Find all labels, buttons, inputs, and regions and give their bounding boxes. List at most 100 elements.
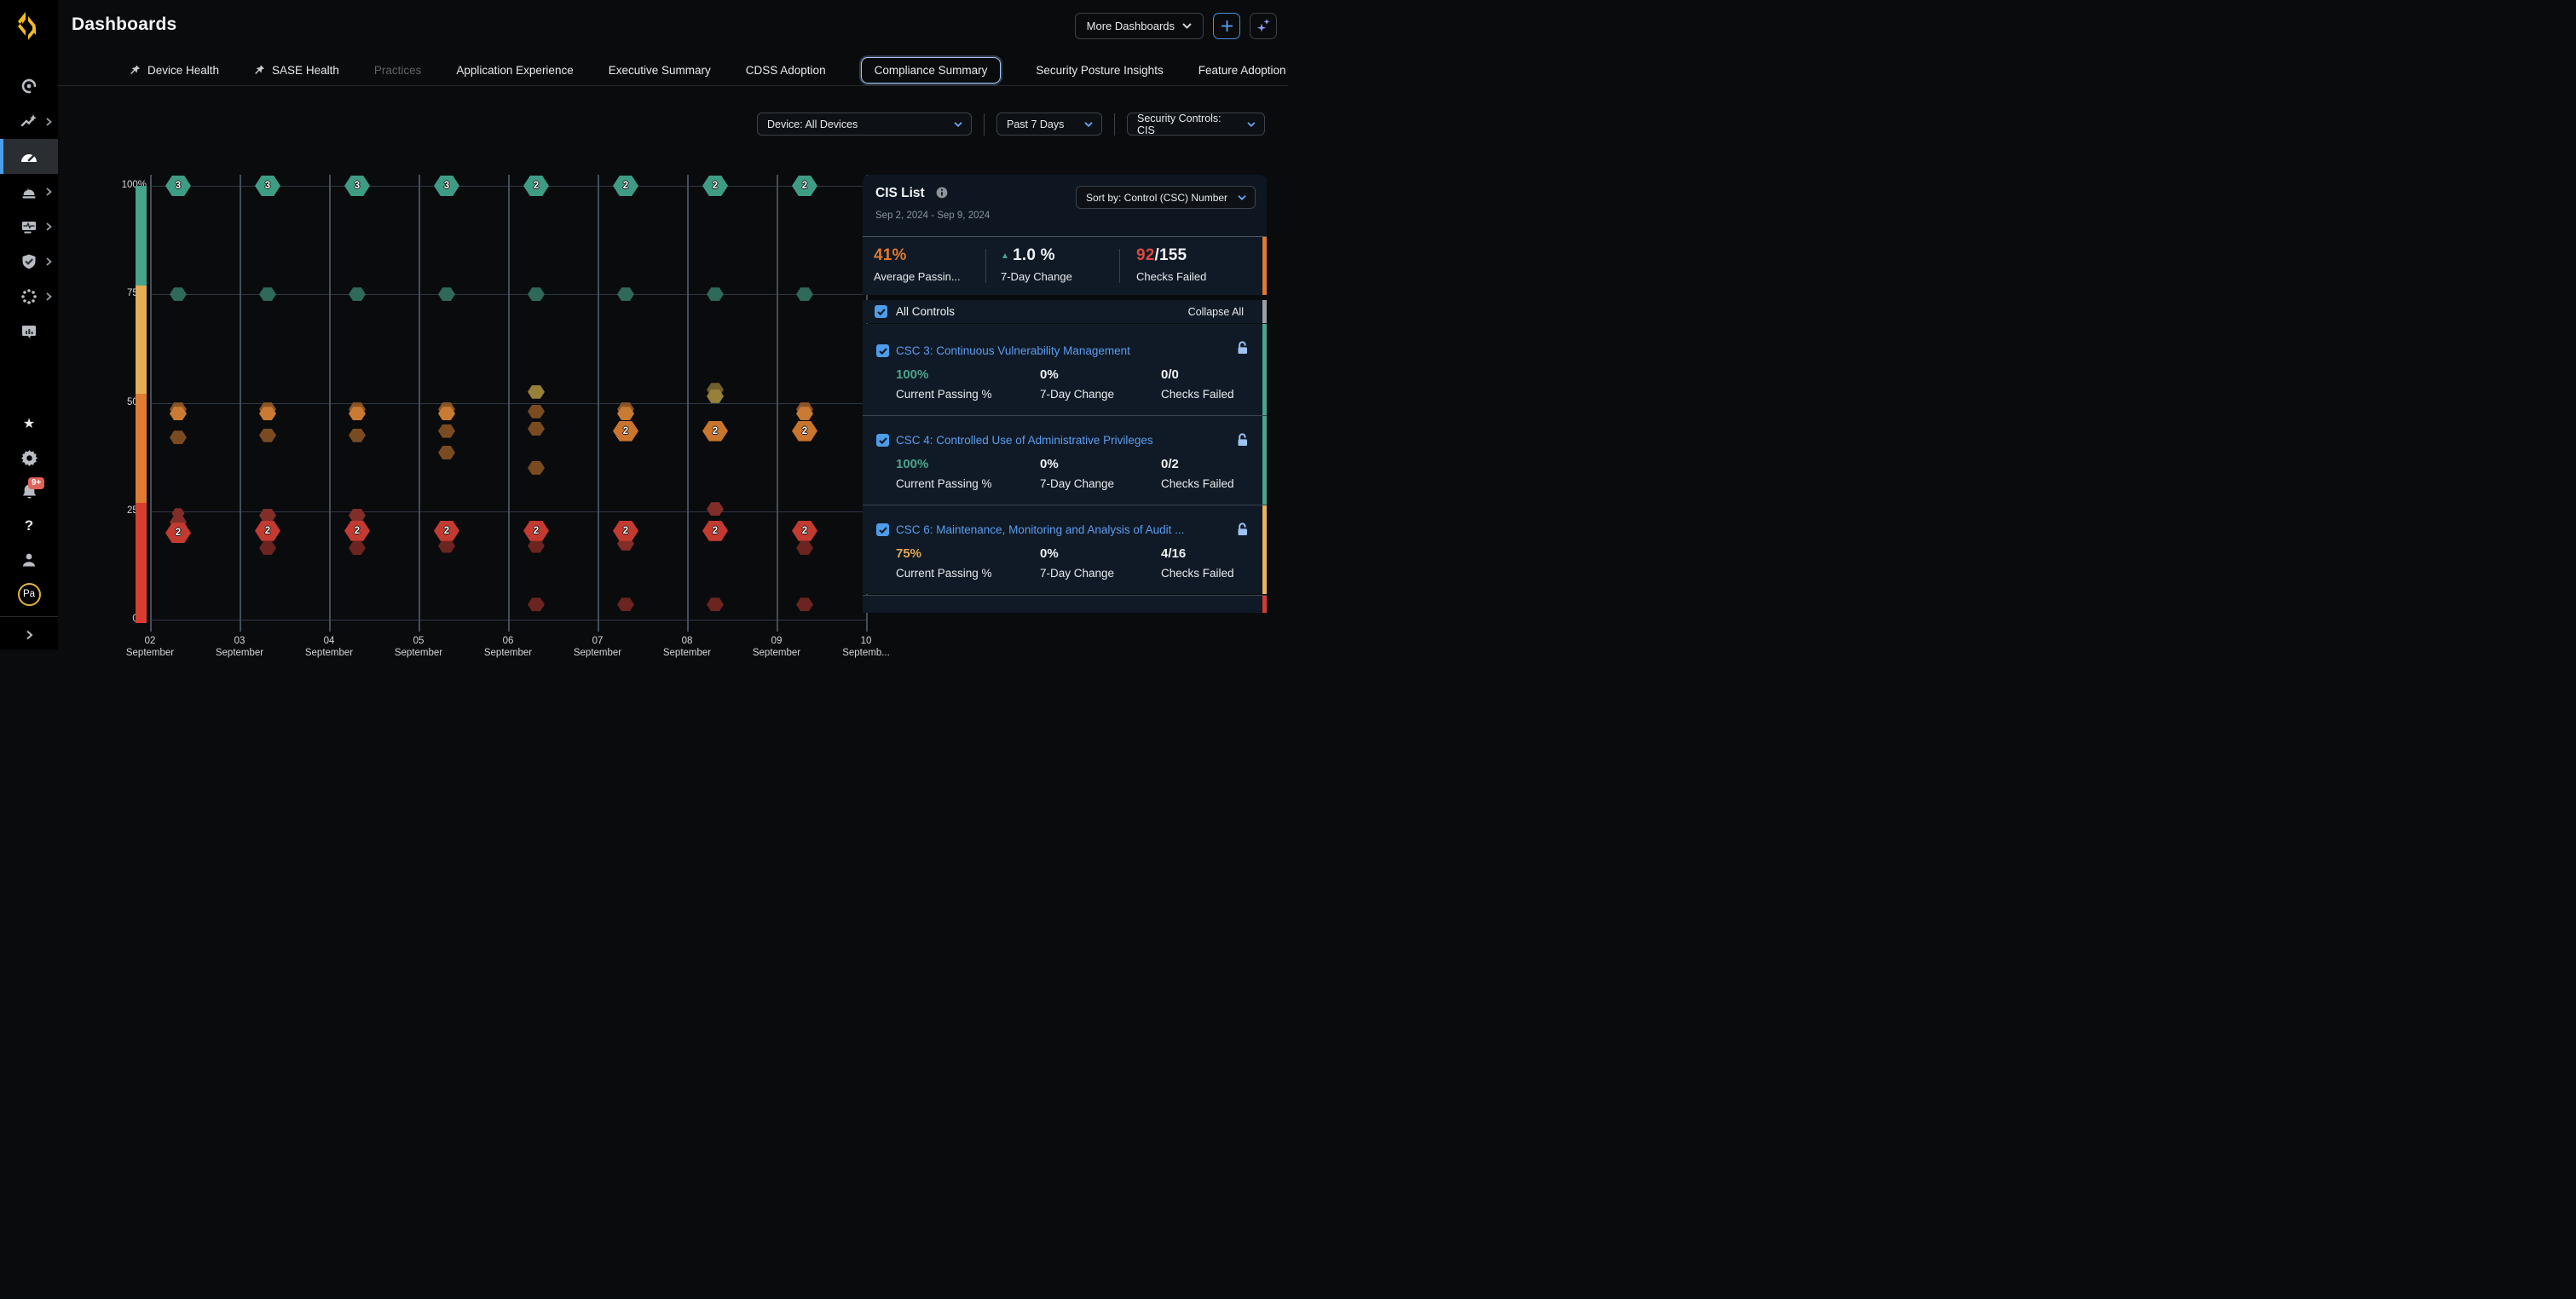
control-hex-cluster[interactable]: 2	[792, 421, 817, 442]
checks-failed-label: Checks Failed	[1161, 388, 1234, 401]
gridline-v	[419, 175, 420, 632]
control-hex-cluster[interactable]	[349, 429, 366, 442]
dashboards-icon	[20, 148, 38, 165]
control-hex-cluster[interactable]: 2	[792, 521, 817, 541]
control-hex-cluster[interactable]: 2	[344, 521, 370, 541]
tab-executive-summary[interactable]: Executive Summary	[609, 64, 711, 77]
control-hex-cluster[interactable]	[259, 541, 276, 555]
help-button[interactable]: ?	[0, 509, 58, 543]
control-hex-cluster[interactable]: 2	[255, 521, 280, 541]
unlock-icon[interactable]	[1236, 433, 1249, 451]
more-dashboards-button[interactable]: More Dashboards	[1075, 13, 1204, 39]
sidebar-item-insights[interactable]	[0, 104, 58, 139]
control-hex-cluster[interactable]	[259, 429, 276, 442]
add-dashboard-button[interactable]	[1213, 13, 1240, 39]
control-hex-cluster[interactable]	[528, 461, 545, 475]
control-hex-cluster[interactable]: 2	[165, 522, 191, 543]
control-hex-cluster[interactable]	[438, 540, 455, 553]
control-checkbox[interactable]	[876, 344, 889, 357]
tab-feature-adoption[interactable]: Feature Adoption	[1198, 64, 1286, 77]
control-hex-cluster[interactable]	[528, 385, 545, 399]
sort-by-dropdown[interactable]: Sort by: Control (CSC) Number	[1076, 186, 1256, 209]
user-button[interactable]	[0, 543, 58, 577]
control-hex-cluster[interactable]	[617, 598, 634, 611]
tab-security-posture-insights[interactable]: Security Posture Insights	[1036, 64, 1163, 77]
control-title-link[interactable]: CSC 4: Controlled Use of Administrative …	[896, 434, 1198, 447]
control-hex-cluster[interactable]	[528, 540, 545, 553]
favorites-button[interactable]: ★	[0, 407, 58, 441]
control-hex-cluster[interactable]	[438, 424, 455, 438]
control-hex-cluster[interactable]	[707, 502, 724, 516]
tab-compliance-summary[interactable]: Compliance Summary	[861, 57, 1002, 84]
control-hex-cluster[interactable]	[796, 287, 813, 301]
tab-application-experience[interactable]: Application Experience	[456, 64, 573, 77]
date-range: Sep 2, 2024 - Sep 9, 2024	[875, 211, 1255, 221]
account-avatar[interactable]: Pa	[0, 577, 58, 611]
control-hex-cluster[interactable]	[528, 598, 545, 611]
control-hex-cluster[interactable]: 3	[344, 176, 370, 196]
ai-copilot-button[interactable]	[1250, 13, 1277, 39]
control-hex-cluster[interactable]: 2	[702, 521, 728, 541]
control-hex-cluster[interactable]: 3	[434, 176, 459, 196]
control-hex-cluster[interactable]: 2	[702, 421, 728, 442]
control-hex-cluster[interactable]	[528, 422, 545, 436]
current-passing-label: Current Passing %	[896, 567, 1040, 580]
change-value: 0%	[1040, 546, 1161, 561]
control-hex-cluster[interactable]	[170, 430, 187, 444]
control-hex-cluster[interactable]	[617, 287, 634, 301]
check-icon	[877, 309, 886, 315]
notifications-button[interactable]: 9+	[0, 475, 58, 509]
all-controls-accent-strip	[1262, 300, 1267, 323]
control-checkbox[interactable]	[876, 523, 889, 536]
control-title-link[interactable]: CSC 6: Maintenance, Monitoring and Analy…	[896, 523, 1198, 537]
control-title-link[interactable]: CSC 3: Continuous Vulnerability Manageme…	[896, 344, 1198, 358]
unlock-icon[interactable]	[1236, 341, 1249, 359]
control-hex-cluster[interactable]: 3	[165, 176, 191, 196]
device-filter-dropdown[interactable]: Device: All Devices	[757, 113, 972, 136]
control-hex-cluster[interactable]: 2	[434, 521, 459, 541]
tab-sase-health[interactable]: SASE Health	[254, 64, 339, 77]
info-icon[interactable]	[936, 187, 948, 203]
sidebar-item-security[interactable]	[0, 244, 58, 279]
tab-label: Feature Adoption	[1198, 64, 1286, 77]
security-controls-dropdown[interactable]: Security Controls: CIS	[1127, 113, 1265, 136]
control-hex-cluster[interactable]: 2	[613, 421, 638, 442]
sidebar-item-alerts[interactable]	[0, 174, 58, 209]
tab-device-health[interactable]: Device Health	[130, 64, 219, 77]
control-hex-cluster[interactable]	[259, 287, 276, 301]
settings-button[interactable]	[0, 441, 58, 475]
control-hex-cluster[interactable]: 2	[613, 176, 638, 196]
control-hex-cluster[interactable]: 2	[613, 521, 638, 541]
sidebar-item-dashboards[interactable]	[0, 139, 58, 174]
sidebar-item-reports[interactable]	[0, 314, 58, 349]
control-hex-cluster[interactable]: 2	[523, 176, 549, 196]
control-hex-cluster[interactable]	[707, 598, 724, 611]
control-hex-cluster[interactable]: 3	[255, 176, 280, 196]
tab-practices[interactable]: Practices	[374, 64, 422, 77]
sidebar-item-observability[interactable]	[0, 69, 58, 104]
sidebar-item-integrations[interactable]	[0, 279, 58, 314]
unlock-icon[interactable]	[1236, 522, 1249, 540]
control-hex-cluster[interactable]	[796, 541, 813, 555]
control-hex-cluster[interactable]	[707, 287, 724, 301]
time-range-dropdown[interactable]: Past 7 Days	[996, 113, 1102, 136]
control-hex-cluster[interactable]	[438, 287, 455, 301]
control-hex-cluster[interactable]	[170, 287, 187, 301]
control-checkbox[interactable]	[876, 434, 889, 447]
sidebar-expand-button[interactable]	[0, 621, 58, 650]
collapse-all-button[interactable]: Collapse All	[1188, 306, 1244, 318]
control-hex-cluster[interactable]	[528, 287, 545, 301]
tab-cdss-adoption[interactable]: CDSS Adoption	[746, 64, 826, 77]
control-hex-cluster[interactable]	[349, 541, 366, 555]
control-hex-cluster[interactable]: 2	[702, 176, 728, 196]
control-hex-cluster[interactable]: 2	[523, 521, 549, 541]
control-hex-cluster[interactable]	[796, 598, 813, 611]
sparkles-icon	[1256, 19, 1271, 33]
control-hex-cluster[interactable]: 2	[792, 176, 817, 196]
sidebar-item-device-monitor[interactable]	[0, 209, 58, 244]
control-hex-cluster[interactable]	[349, 287, 366, 301]
control-hex-cluster[interactable]	[528, 405, 545, 419]
all-controls-checkbox[interactable]	[875, 305, 887, 318]
brand-logo[interactable]	[14, 11, 44, 43]
control-hex-cluster[interactable]	[438, 446, 455, 459]
